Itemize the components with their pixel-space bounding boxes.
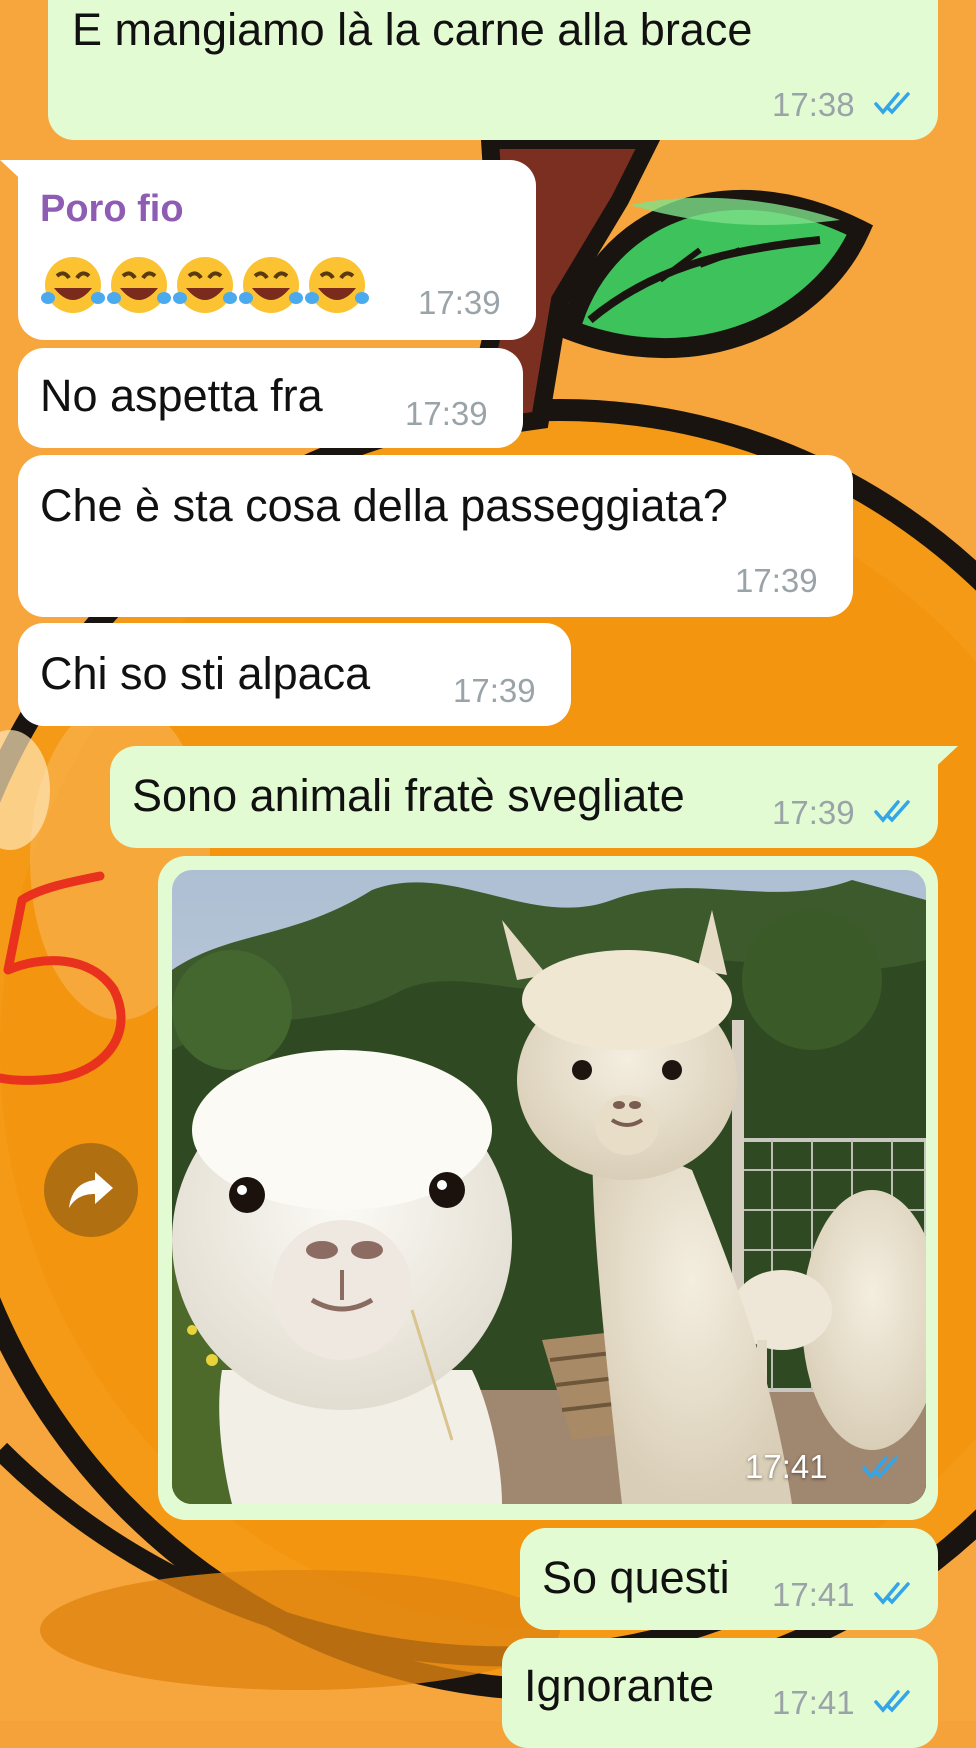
message-text: No aspetta fra	[40, 370, 323, 421]
message-text: So questi	[542, 1552, 730, 1603]
forward-button[interactable]	[44, 1143, 138, 1237]
message-time: 17:39	[772, 794, 855, 831]
forward-arrow-icon	[69, 1172, 113, 1208]
laughing-crying-emoji-icon	[305, 257, 369, 313]
message-time: 17:38	[772, 86, 855, 123]
laughing-crying-emoji-icon	[239, 257, 303, 313]
read-ticks-icon	[862, 1456, 898, 1479]
image-message[interactable]	[172, 870, 926, 1504]
read-ticks-icon	[874, 1582, 910, 1605]
bubble-tail	[928, 746, 958, 774]
message-time: 17:41	[772, 1576, 855, 1613]
message-time: 17:41	[772, 1684, 855, 1721]
message-time: 17:39	[453, 672, 536, 709]
message-time: 17:39	[405, 395, 488, 432]
laughing-crying-emoji-icon	[173, 257, 237, 313]
bubble-tail	[0, 160, 30, 188]
message-text: Ignorante	[524, 1660, 715, 1711]
emoji-row	[40, 252, 370, 318]
read-ticks-icon	[874, 1690, 910, 1713]
message-time: 17:39	[735, 562, 818, 599]
message-text: Che è sta cosa della passeggiata?	[40, 480, 728, 531]
message-time: 17:39	[418, 284, 501, 321]
sender-name[interactable]: Poro fio	[40, 188, 184, 231]
image-time: 17:41	[745, 1448, 828, 1485]
laughing-crying-emoji-icon	[107, 257, 171, 313]
message-text: Chi so sti alpaca	[40, 648, 371, 699]
handwritten-annotation	[0, 871, 126, 1085]
message-text: Sono animali fratè svegliate	[132, 770, 685, 821]
message-text: E mangiamo là la carne alla brace	[72, 4, 753, 55]
laughing-crying-emoji-icon	[41, 257, 105, 313]
alpaca-photo	[172, 870, 926, 1504]
read-ticks-icon	[874, 800, 910, 823]
read-ticks-icon	[874, 92, 910, 115]
